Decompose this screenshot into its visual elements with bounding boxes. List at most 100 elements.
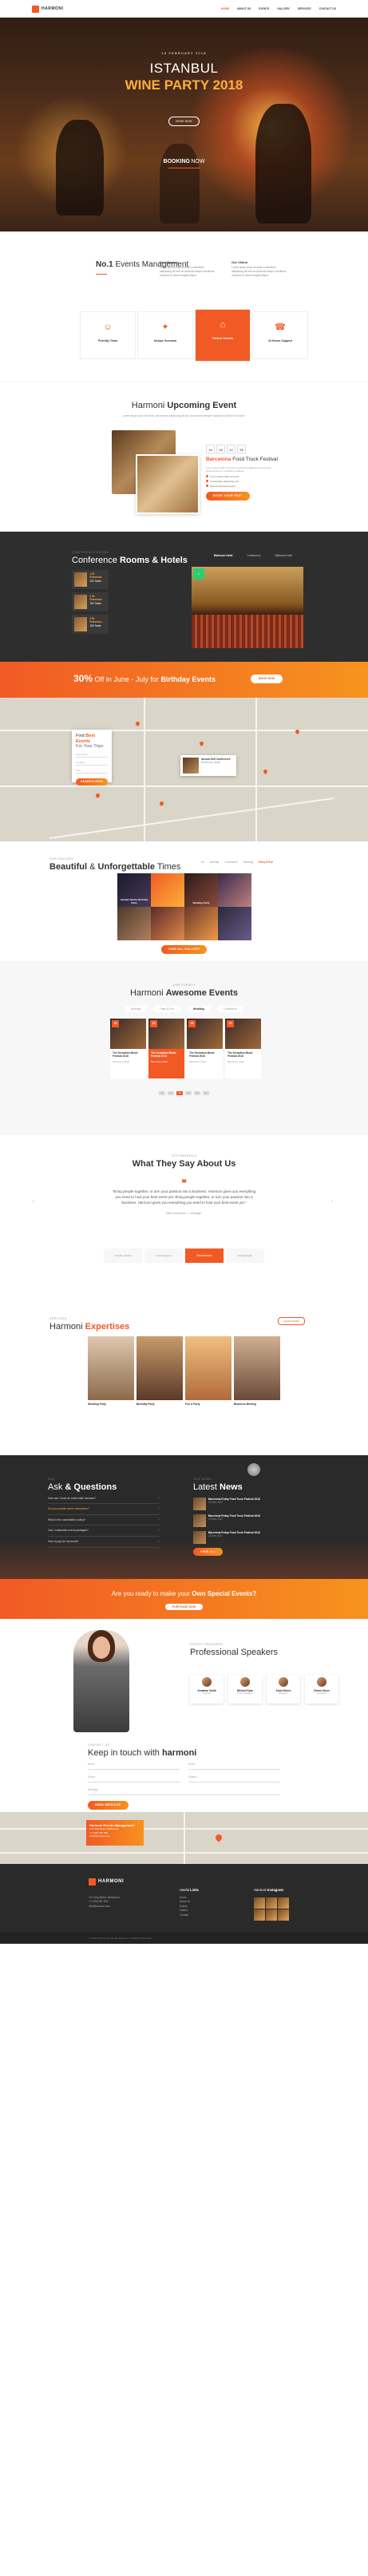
next-arrow-icon[interactable]: ›: [331, 1197, 334, 1206]
event-card[interactable]: 25 The Sensation Music Festival 2018 Barce…: [187, 1019, 223, 1078]
gallery-photo[interactable]: [151, 907, 184, 940]
site-logo[interactable]: HARMONI: [32, 5, 63, 13]
faq-item[interactable]: How to pay for my event? +: [48, 1537, 160, 1548]
instagram-photo[interactable]: [278, 1909, 289, 1921]
partner-logo[interactable]: audiojungle: [226, 1248, 264, 1263]
footer-link[interactable]: Contact: [180, 1913, 190, 1917]
gallery-photo[interactable]: [184, 907, 218, 940]
gallery-tab[interactable]: All: [201, 861, 204, 864]
partner-logo[interactable]: codecanyon: [144, 1248, 183, 1263]
instagram-photo[interactable]: [254, 1909, 265, 1921]
purchase-button[interactable]: PURCHASE NOW: [164, 1604, 204, 1610]
contact-field-name[interactable]: Name: [88, 1763, 180, 1770]
page-dot[interactable]: 06: [203, 1091, 209, 1095]
conference-tab[interactable]: Ballroom Hotel: [275, 554, 293, 557]
gallery-photo[interactable]: [218, 873, 251, 907]
send-message-button[interactable]: SEND MESSAGE: [88, 1801, 129, 1810]
expertises-more-button[interactable]: LEARN MORE: [278, 1317, 305, 1326]
expertise-card[interactable]: Business Meeting: [234, 1336, 280, 1410]
book-seat-button[interactable]: BOOK YOUR SEAT: [206, 491, 250, 501]
contact-field-subject[interactable]: Subject: [188, 1775, 280, 1783]
page-dot[interactable]: 02: [168, 1091, 174, 1095]
expertise-card[interactable]: Fun & Party: [185, 1336, 231, 1410]
event-tab[interactable]: Conference: [216, 1006, 243, 1013]
map-event-popup[interactable]: Annual Golf Conference Barcelona, Spain: [180, 755, 236, 776]
event-card[interactable]: 25 The Sensation Music Festival 2018 Barce…: [148, 1019, 184, 1078]
search-field[interactable]: Event Type: [76, 753, 108, 758]
gallery-photo[interactable]: [218, 907, 251, 940]
room-item[interactable]: 1 St. Francisco 200 Seats: [72, 570, 109, 589]
page-dot[interactable]: 03: [176, 1091, 183, 1095]
gallery-photo[interactable]: Jubilant Nacho Birthday Party: [117, 873, 151, 907]
instagram-photo[interactable]: [254, 1897, 265, 1909]
search-field[interactable]: Date: [76, 769, 108, 774]
instagram-photo[interactable]: [266, 1909, 277, 1921]
contact-field-phone[interactable]: Phone: [88, 1775, 180, 1783]
map-pin-icon[interactable]: [198, 740, 205, 747]
feature-card[interactable]: ✦ Unique Scenario: [137, 311, 193, 359]
banner-book-button[interactable]: BOOK NOW: [251, 675, 283, 683]
gallery-tab[interactable]: Conference: [224, 861, 237, 864]
faq-item[interactable]: Can I customize event packages? +: [48, 1525, 160, 1537]
partner-logo[interactable]: envato studio: [104, 1248, 142, 1263]
speaker-card[interactable]: Alicia Moore Designer: [267, 1675, 300, 1703]
feature-card[interactable]: ⌂ Perfect Venues: [195, 309, 251, 362]
expertise-card[interactable]: Wedding Party: [88, 1336, 134, 1410]
contact-field-email[interactable]: Email: [188, 1763, 280, 1770]
partner-logo[interactable]: themeforest: [185, 1248, 224, 1263]
room-item[interactable]: 3 St. Francisco 180 Seats: [72, 615, 109, 634]
speaker-card[interactable]: Michael Ryan Event Manager: [228, 1675, 262, 1703]
nav-item[interactable]: HOME: [221, 7, 229, 10]
event-tab[interactable]: Wedding: [186, 1006, 211, 1013]
nav-item[interactable]: EVENTS: [259, 7, 269, 10]
feature-card[interactable]: ☎ 24 Hours Support: [252, 311, 308, 359]
location-pin-icon[interactable]: [214, 1833, 224, 1842]
gallery-photo[interactable]: [117, 907, 151, 940]
event-card[interactable]: 25 The Sensation Music Festival 2018 Barce…: [110, 1019, 146, 1078]
location-map[interactable]: Harmoni Events Management 121 King Stree…: [0, 1812, 368, 1864]
instagram-photo[interactable]: [278, 1897, 289, 1909]
map-pin-icon[interactable]: [262, 768, 269, 775]
nav-item[interactable]: ABOUT US: [237, 7, 251, 10]
page-dot[interactable]: 01: [159, 1091, 165, 1095]
view-news-button[interactable]: VIEW ALL: [193, 1547, 224, 1557]
search-field[interactable]: Location: [76, 761, 108, 766]
gallery-tab[interactable]: Wedding: [243, 861, 254, 864]
map-pin-icon[interactable]: [94, 792, 101, 799]
hero-book-button[interactable]: BOOK NOW: [168, 117, 200, 126]
news-item[interactable]: Barcelona Friday Food Truck Festival 201…: [193, 1497, 281, 1510]
event-tab[interactable]: Party & Fun: [153, 1006, 180, 1013]
contact-field-message[interactable]: Message: [88, 1788, 280, 1795]
view-gallery-button[interactable]: VIEW ALL GALLERY: [160, 945, 208, 954]
gallery-photo[interactable]: Wedding Party: [184, 873, 218, 907]
conference-tab[interactable]: Conference: [247, 554, 260, 557]
search-button[interactable]: SEARCH NOW: [76, 778, 108, 785]
news-item[interactable]: Barcelona Friday Food Truck Festival 201…: [193, 1514, 281, 1527]
speaker-card[interactable]: Jonathan Smith Founder: [190, 1675, 224, 1703]
gallery-tab[interactable]: Party & Fun: [259, 861, 273, 864]
feature-card[interactable]: ☺ Friendly Team: [80, 311, 136, 359]
news-item[interactable]: Barcelona Friday Food Truck Festival 201…: [193, 1530, 281, 1544]
nav-item[interactable]: SERVICES: [298, 7, 311, 10]
conference-tab[interactable]: Ballroom Hotel: [214, 554, 232, 557]
page-dot[interactable]: 05: [194, 1091, 200, 1095]
map-pin-icon[interactable]: [158, 800, 165, 807]
prev-arrow-icon[interactable]: ‹: [32, 1197, 34, 1206]
map-pin-icon[interactable]: [134, 720, 141, 727]
page-dot[interactable]: 04: [185, 1091, 192, 1095]
faq-item[interactable]: How can I book an event with Harmoni? +: [48, 1494, 160, 1505]
nav-item[interactable]: GALLERY: [277, 7, 290, 10]
instagram-photo[interactable]: [266, 1897, 277, 1909]
gallery-tab[interactable]: Birthday: [210, 861, 220, 864]
faq-item[interactable]: What is the cancellation policy? +: [48, 1515, 160, 1526]
event-tab[interactable]: Birthday: [125, 1006, 148, 1013]
gallery-photo[interactable]: [151, 873, 184, 907]
expertise-card[interactable]: Birthday Party: [137, 1336, 183, 1410]
nav-item[interactable]: CONTACT US: [319, 7, 336, 10]
footer-logo[interactable]: HARMONI: [89, 1878, 124, 1886]
event-card[interactable]: 25 The Sensation Music Festival 2018 Barce…: [225, 1019, 261, 1078]
event-map-section[interactable]: Find Best Events For Your Trips Event Typ…: [0, 698, 368, 841]
faq-item[interactable]: Do you provide venue decoration? +: [48, 1504, 160, 1515]
speaker-card[interactable]: Emma Stone Organizer: [305, 1675, 338, 1703]
room-item[interactable]: 2 St. Francisco 150 Seats: [72, 592, 109, 611]
